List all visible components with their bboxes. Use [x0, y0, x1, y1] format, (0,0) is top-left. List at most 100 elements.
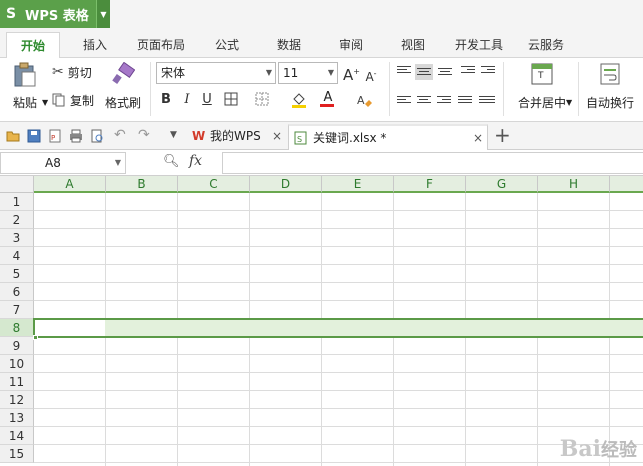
align-right-button[interactable]	[437, 96, 451, 108]
tab-view[interactable]: 视图	[391, 32, 435, 58]
fx-button[interactable]: fx	[189, 153, 202, 169]
eraser-icon: A	[357, 94, 372, 107]
app-menu-dropdown-icon[interactable]: ▼	[96, 0, 110, 28]
align-middle-button[interactable]	[415, 64, 433, 80]
row-header-6[interactable]: 6	[0, 283, 34, 301]
tab-home[interactable]: 开始	[6, 32, 60, 59]
column-header-e[interactable]: E	[322, 176, 394, 193]
row-header-10[interactable]: 10	[0, 355, 34, 373]
row-header-7[interactable]: 7	[0, 301, 34, 319]
bold-button[interactable]: B	[158, 92, 174, 108]
tab-developer[interactable]: 开发工具	[448, 32, 510, 58]
merge-center-button[interactable]: T 合并居中	[510, 62, 574, 118]
spreadsheet-grid[interactable]: A B C D E F G H 1 2 3 4 5 6 7 8 9 10 11 12 13 14 15 Bai经验	[0, 176, 643, 466]
format-painter-button[interactable]: 格式刷	[104, 62, 142, 118]
row-header-9[interactable]: 9	[0, 337, 34, 355]
italic-button[interactable]: I	[179, 92, 195, 108]
redo-icon[interactable]: ↷	[138, 127, 150, 143]
row-header-1[interactable]: 1	[0, 193, 34, 211]
column-header-h[interactable]: H	[538, 176, 610, 193]
row-header-14[interactable]: 14	[0, 427, 34, 445]
borders-button[interactable]	[223, 92, 239, 108]
doc-tab-my-wps[interactable]: W 我的WPS ×	[188, 124, 286, 150]
doc-tab-keywords-xlsx[interactable]: S 关键词.xlsx * ×	[288, 124, 488, 150]
formula-input[interactable]	[222, 152, 643, 174]
selection-border	[33, 318, 643, 338]
format-painter-icon	[112, 62, 135, 84]
tab-cloud-services[interactable]: 云服务	[520, 32, 572, 58]
ribbon-separator	[150, 62, 151, 116]
column-header-d[interactable]: D	[250, 176, 322, 193]
app-menu-button[interactable]: S WPS 表格 ▼	[0, 0, 110, 28]
column-header-f[interactable]: F	[394, 176, 466, 193]
grid-row-line	[34, 282, 643, 283]
print-icon[interactable]	[69, 129, 83, 143]
font-size-select[interactable]: 11 ▼	[278, 62, 338, 84]
align-top-button[interactable]	[397, 66, 411, 78]
fill-handle[interactable]	[33, 335, 38, 340]
new-tab-plus-icon[interactable]: +	[494, 123, 511, 147]
column-header-g[interactable]: G	[466, 176, 538, 193]
cut-label: 剪切	[67, 65, 92, 80]
name-box-value: A8	[45, 156, 61, 170]
paste-button[interactable]: 粘贴 ▼	[8, 62, 48, 118]
increase-indent-button[interactable]	[481, 66, 495, 78]
column-header-b[interactable]: B	[106, 176, 178, 193]
tab-page-layout[interactable]: 页面布局	[130, 32, 192, 58]
shrink-font-button[interactable]: A-	[363, 66, 379, 84]
chevron-down-icon: ▼	[327, 68, 334, 77]
row-header-15[interactable]: 15	[0, 445, 34, 463]
print-preview-icon[interactable]	[90, 129, 104, 143]
row-header-12[interactable]: 12	[0, 391, 34, 409]
name-box[interactable]: A8 ▼	[0, 152, 126, 174]
distributed-align-button[interactable]	[479, 96, 495, 108]
paste-dropdown-icon[interactable]: ▼	[42, 98, 48, 107]
paste-icon	[14, 62, 36, 87]
customize-toolbar-icon[interactable]: ▼	[170, 130, 177, 140]
grid-row-line	[34, 300, 643, 301]
row-header-8[interactable]: 8	[0, 319, 34, 337]
tab-data[interactable]: 数据	[267, 32, 311, 58]
cut-button[interactable]: ✂ 剪切	[52, 64, 92, 80]
column-header-filler	[610, 176, 643, 193]
export-pdf-icon[interactable]: P	[48, 129, 62, 143]
font-family-select[interactable]: 宋体 ▼	[156, 62, 276, 84]
row-header-4[interactable]: 4	[0, 247, 34, 265]
row-header-2[interactable]: 2	[0, 211, 34, 229]
grid-row-line	[34, 426, 643, 427]
row-header-5[interactable]: 5	[0, 265, 34, 283]
row-header-11[interactable]: 11	[0, 373, 34, 391]
wrap-text-button[interactable]: 自动换行	[580, 62, 640, 118]
borders-icon	[224, 92, 238, 106]
row-header-3[interactable]: 3	[0, 229, 34, 247]
tab-insert[interactable]: 插入	[72, 32, 118, 58]
font-color-button[interactable]: A	[320, 91, 336, 107]
merge-dropdown-icon[interactable]: ▼	[566, 98, 572, 107]
close-icon[interactable]: ×	[272, 124, 282, 148]
tab-formulas[interactable]: 公式	[205, 32, 249, 58]
align-bottom-button[interactable]	[438, 68, 452, 80]
cell-style-button[interactable]	[254, 92, 270, 108]
align-left-button[interactable]	[397, 96, 411, 108]
copy-button[interactable]: 复制	[52, 92, 94, 108]
open-folder-icon[interactable]	[6, 129, 20, 143]
save-icon[interactable]	[27, 129, 41, 143]
column-header-a[interactable]: A	[34, 176, 106, 193]
align-center-button[interactable]	[417, 96, 431, 108]
fill-color-button[interactable]	[291, 92, 307, 108]
paste-label: 粘贴	[12, 96, 37, 110]
column-header-c[interactable]: C	[178, 176, 250, 193]
undo-icon[interactable]: ↶	[114, 127, 126, 143]
tab-review[interactable]: 审阅	[329, 32, 373, 58]
close-icon[interactable]: ×	[473, 126, 483, 150]
clear-format-button[interactable]: A	[356, 92, 372, 108]
select-all-corner[interactable]	[0, 176, 34, 193]
chevron-down-icon: ▼	[114, 158, 121, 167]
row-header-13[interactable]: 13	[0, 409, 34, 427]
justify-button[interactable]	[458, 96, 472, 108]
search-function-icon[interactable]: 🔍︎	[163, 154, 180, 169]
underline-button[interactable]: U	[199, 92, 215, 108]
decrease-indent-button[interactable]	[461, 66, 475, 78]
copy-icon	[52, 93, 65, 107]
grow-font-button[interactable]: A+	[343, 64, 360, 83]
